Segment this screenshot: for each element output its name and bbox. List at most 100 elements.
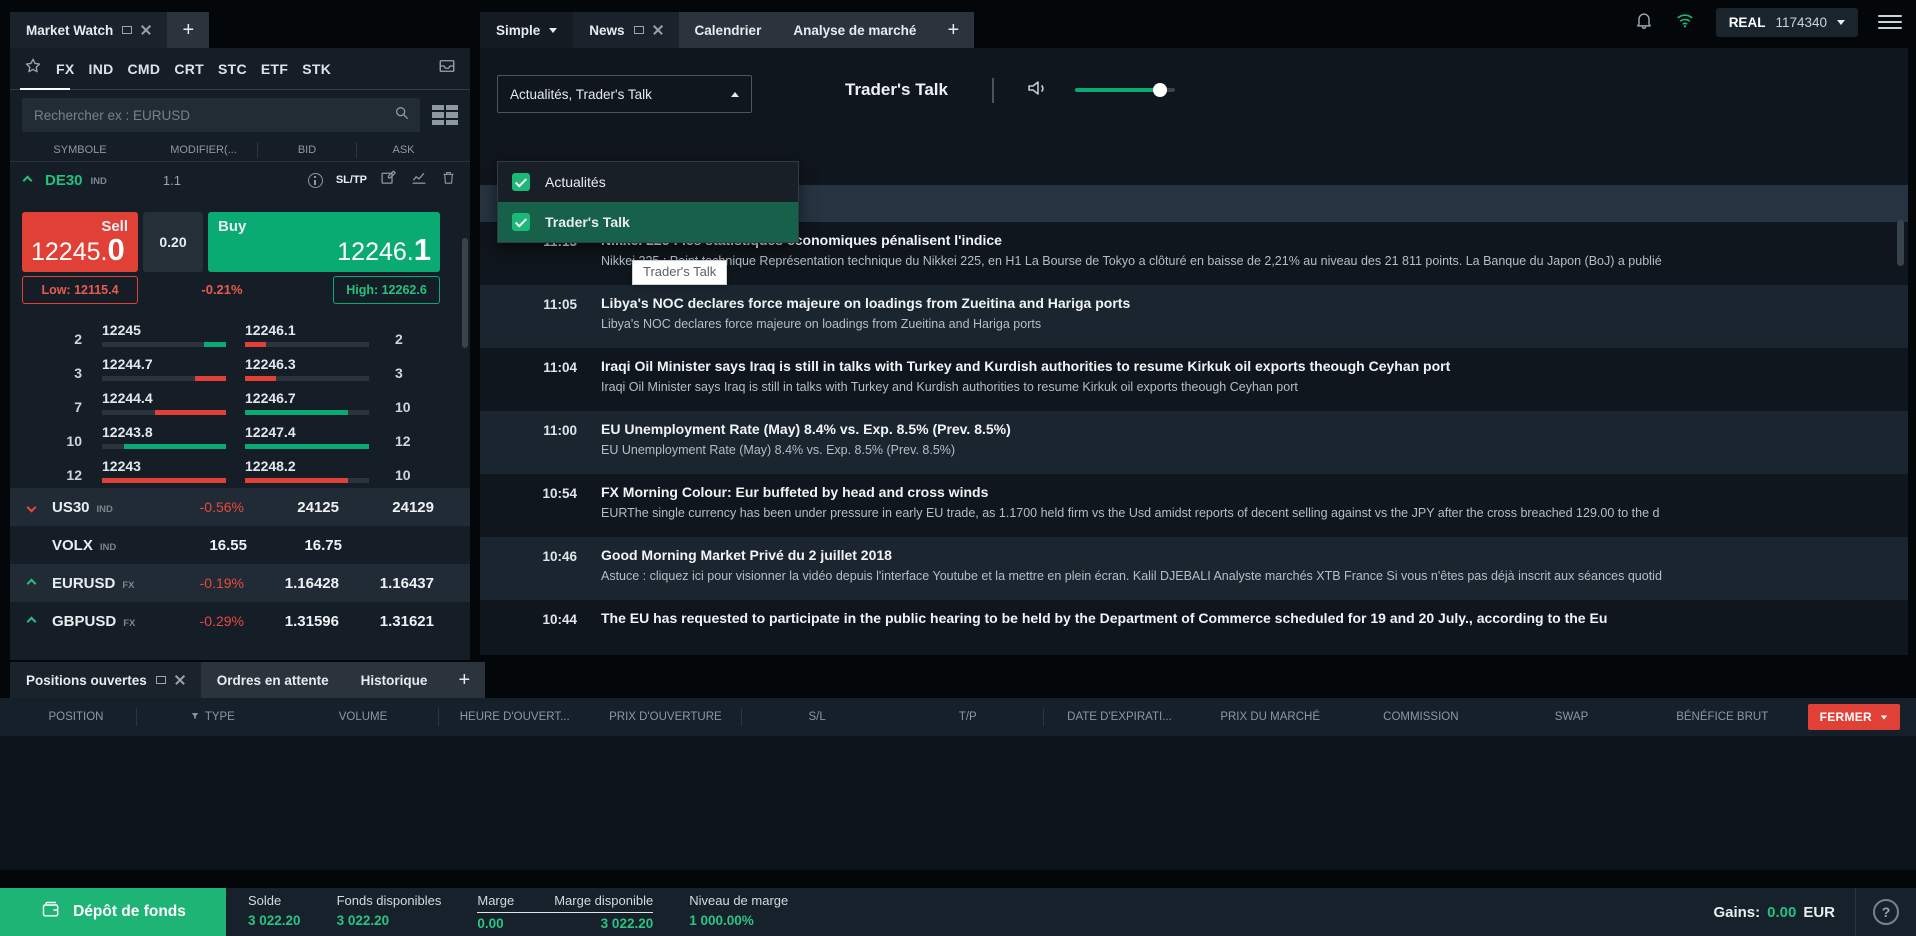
volume-slider[interactable] [1075, 88, 1175, 92]
news-filter-select[interactable]: Actualités, Trader's Talk [497, 75, 752, 113]
delete-trash-icon[interactable] [441, 169, 456, 191]
col-prix-marche[interactable]: PRIX DU MARCHÉ [1195, 711, 1346, 723]
col-commission[interactable]: COMMISSION [1346, 711, 1497, 723]
speaker-volume-icon[interactable] [1025, 76, 1049, 105]
info-icon[interactable] [308, 173, 323, 188]
col-modifier[interactable]: MODIFIER(... [150, 142, 258, 158]
depth-ask-cell[interactable]: 12246.7 [245, 390, 369, 415]
layout-grid-icon[interactable] [432, 105, 458, 125]
col-benefice-brut[interactable]: BÉNÉFICE BRUT [1647, 711, 1798, 723]
add-tab-button[interactable]: + [167, 12, 209, 48]
tab-positions-ouvertes[interactable]: Positions ouvertes [10, 662, 201, 698]
search-input[interactable] [32, 107, 394, 124]
row-bid[interactable]: 1.31596 [244, 613, 339, 630]
checkbox-checked-icon[interactable] [512, 173, 530, 191]
filter-funnel-icon[interactable] [190, 711, 200, 724]
col-ask[interactable]: ASK [357, 144, 450, 156]
sell-button[interactable]: Sell 12245.0 [22, 212, 138, 272]
favorites-star-icon[interactable] [24, 57, 42, 80]
news-item[interactable]: 11:04 Iraqi Oil Minister says Iraq is st… [480, 348, 1908, 411]
category-tab-etf[interactable]: ETF [261, 61, 288, 77]
search-icon[interactable] [394, 105, 410, 126]
help-icon[interactable]: ? [1873, 899, 1899, 925]
checkbox-checked-icon[interactable] [512, 213, 530, 231]
add-tab-button[interactable]: + [932, 12, 974, 48]
col-position[interactable]: POSITION [16, 711, 136, 723]
news-item[interactable]: 11:05 Libya's NOC declares force majeure… [480, 285, 1908, 348]
tab-analyse-de-marche[interactable]: Analyse de marché [777, 12, 932, 48]
close-icon[interactable] [141, 25, 151, 35]
instrument-header-de30[interactable]: DE30 IND 1.1 SL/TP [10, 162, 470, 198]
edit-order-icon[interactable] [380, 169, 397, 191]
category-tab-stk[interactable]: STK [302, 61, 331, 77]
instrument-row-gbpusd[interactable]: GBPUSDFX -0.29% 1.31596 1.31621 [10, 602, 470, 640]
restore-window-icon[interactable] [634, 26, 644, 34]
symbol-search[interactable] [22, 98, 420, 132]
col-type[interactable]: TYPE [136, 708, 288, 726]
tab-historique[interactable]: Historique [345, 662, 444, 698]
row-bid[interactable]: 24125 [244, 499, 339, 516]
col-sl[interactable]: S/L [741, 708, 893, 726]
scrollbar-thumb[interactable] [1897, 220, 1904, 266]
open-chart-icon[interactable] [410, 169, 428, 191]
row-ask[interactable]: 1.31621 [339, 613, 434, 630]
col-date-expiration[interactable]: DATE D'EXPIRATI... [1043, 708, 1195, 726]
depth-bid-cell[interactable]: 12244.4 [102, 390, 226, 415]
tab-simple[interactable]: Simple [480, 12, 573, 48]
col-swap[interactable]: SWAP [1496, 711, 1647, 723]
category-tab-cmd[interactable]: CMD [128, 61, 161, 77]
depth-bid-cell[interactable]: 12243 [102, 458, 226, 483]
scrollbar-thumb[interactable] [462, 238, 468, 348]
depth-qty-right: 3 [395, 365, 467, 381]
category-tab-stc[interactable]: STC [218, 61, 247, 77]
deposit-button[interactable]: Dépôt de fonds [0, 888, 226, 936]
buy-price: 12246.1 [337, 232, 431, 268]
news-item[interactable]: 10:44 The EU has requested to participat… [480, 600, 1908, 655]
category-tab-crt[interactable]: CRT [174, 61, 204, 77]
news-item[interactable]: 11:00 EU Unemployment Rate (May) 8.4% vs… [480, 411, 1908, 474]
add-tab-button[interactable]: + [443, 662, 485, 698]
depth-bid-cell[interactable]: 12244.7 [102, 356, 226, 381]
row-bid[interactable]: 1.16428 [244, 575, 339, 592]
row-ask[interactable]: 24129 [339, 499, 434, 516]
sltp-button[interactable]: SL/TP [336, 174, 367, 186]
tab-market-watch[interactable]: Market Watch [10, 12, 167, 48]
row-ask[interactable]: 16.75 [247, 537, 342, 554]
category-tab-fx[interactable]: FX [56, 61, 75, 77]
menu-item-traders-talk[interactable]: Trader's Talk [498, 202, 798, 242]
depth-bid-cell[interactable]: 12245 [102, 322, 226, 347]
fermer-button[interactable]: FERMER [1808, 704, 1900, 730]
depth-ask-cell[interactable]: 12247.4 [245, 424, 369, 449]
col-heure-ouverture[interactable]: HEURE D'OUVERT... [438, 708, 590, 726]
row-ask[interactable]: 1.16437 [339, 575, 434, 592]
depth-ask-cell[interactable]: 12246.3 [245, 356, 369, 381]
depth-ask-cell[interactable]: 12246.1 [245, 322, 369, 347]
restore-window-icon[interactable] [122, 26, 132, 34]
col-bid[interactable]: BID [258, 142, 357, 158]
metric-marge-pair: Marge Marge disponible 0.00 3 022.20 [477, 893, 653, 931]
restore-window-icon[interactable] [156, 676, 166, 684]
tab-ordres-en-attente[interactable]: Ordres en attente [201, 662, 345, 698]
slider-thumb[interactable] [1153, 83, 1167, 97]
col-symbole[interactable]: SYMBOLE [10, 144, 150, 156]
instrument-row-us30[interactable]: US30IND -0.56% 24125 24129 [10, 488, 470, 526]
close-icon[interactable] [175, 675, 185, 685]
buy-button[interactable]: Buy 12246.1 [208, 212, 440, 272]
news-item[interactable]: 10:54 FX Morning Colour: Eur buffeted by… [480, 474, 1908, 537]
spread-box[interactable]: 0.20 [143, 212, 203, 272]
col-tp[interactable]: T/P [892, 711, 1043, 723]
news-item[interactable]: 10:46 Good Morning Market Privé du 2 jui… [480, 537, 1908, 600]
tab-calendrier[interactable]: Calendrier [679, 12, 778, 48]
category-tab-ind[interactable]: IND [89, 61, 114, 77]
depth-bid-cell[interactable]: 12243.8 [102, 424, 226, 449]
tab-news[interactable]: News [573, 12, 678, 48]
col-prix-ouverture[interactable]: PRIX D'OUVERTURE [590, 711, 741, 723]
col-volume[interactable]: VOLUME [288, 711, 439, 723]
archive-inbox-icon[interactable] [438, 57, 456, 80]
close-icon[interactable] [653, 25, 663, 35]
instrument-row-volx[interactable]: VOLXIND +3.57% 16.55 16.75 [10, 526, 470, 564]
instrument-row-eurusd[interactable]: EURUSDFX -0.19% 1.16428 1.16437 [10, 564, 470, 602]
depth-ask-cell[interactable]: 12248.2 [245, 458, 369, 483]
row-bid[interactable]: 16.55 [152, 537, 247, 554]
menu-item-actualites[interactable]: Actualités [498, 162, 798, 202]
